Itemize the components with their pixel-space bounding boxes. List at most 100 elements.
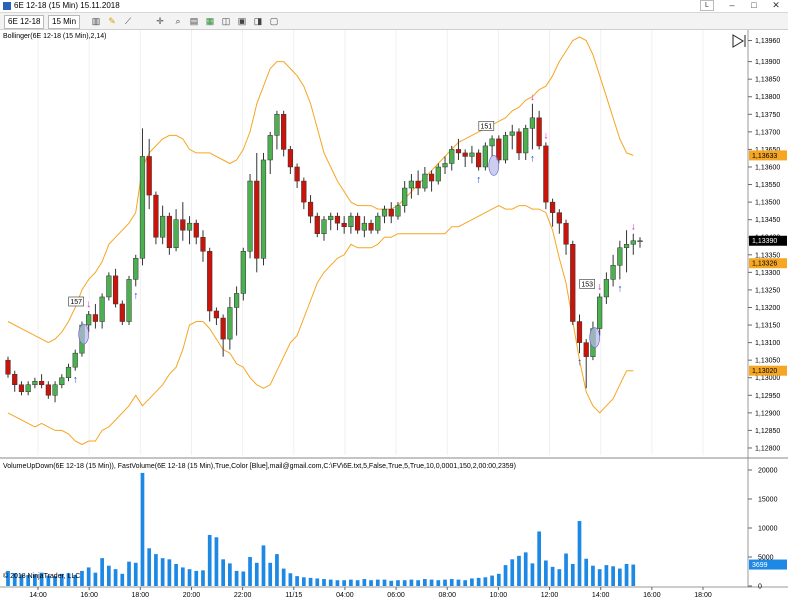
volume-bar bbox=[261, 545, 266, 586]
candle-body bbox=[496, 138, 502, 161]
candle-body bbox=[576, 321, 583, 343]
close-button[interactable]: ✕ bbox=[766, 0, 786, 11]
price-tick-label: 1,13900 bbox=[755, 59, 780, 66]
volume-bar bbox=[624, 563, 629, 586]
price-tick-label: 1,13550 bbox=[755, 182, 780, 189]
time-tick-label: 14:00 bbox=[29, 592, 47, 599]
candle-body bbox=[32, 380, 38, 386]
candle-body bbox=[395, 205, 401, 217]
volume-bar bbox=[584, 558, 589, 586]
candle-body bbox=[563, 222, 569, 245]
chart-svg[interactable]: 1,13960 1,13900 1,13850 1,13800 1,13750 1,137… bbox=[0, 30, 788, 600]
volume-bar bbox=[456, 579, 461, 586]
chart-toolbar: 6E 12-18 15 Min ▥ ✎ ⟋ ✛ ⌕ ▤ ▦ ◫ ▣ ◨ ▢ bbox=[0, 13, 788, 30]
volume-bar bbox=[201, 570, 205, 586]
volume-bar bbox=[550, 566, 555, 586]
maximize-button[interactable]: □ bbox=[744, 0, 764, 11]
price-tick-label: 1,13800 bbox=[755, 94, 780, 101]
candle-body bbox=[287, 149, 293, 168]
volume-bar bbox=[389, 580, 394, 586]
volume-bar bbox=[537, 531, 542, 586]
volume-bar bbox=[530, 563, 535, 586]
candle-body bbox=[126, 279, 132, 322]
candle-body bbox=[422, 173, 428, 189]
volume-bar bbox=[207, 534, 212, 586]
volume-bar bbox=[557, 569, 562, 586]
price-tick-label: 1,12800 bbox=[755, 445, 780, 452]
time-tick-label: 12:00 bbox=[541, 592, 559, 599]
bar-chart-icon[interactable]: ▥ bbox=[90, 15, 102, 27]
window-icon[interactable]: ▢ bbox=[268, 15, 280, 27]
candle-body bbox=[361, 222, 367, 231]
signal-marker-label: 153 bbox=[581, 281, 593, 288]
candle-body bbox=[482, 145, 488, 168]
candle-body bbox=[99, 296, 105, 322]
candle-body bbox=[301, 180, 307, 203]
volume-tick-label: 10000 bbox=[758, 526, 778, 533]
chart-trader-icon[interactable]: ▣ bbox=[236, 15, 248, 27]
instrument-selector[interactable]: 6E 12-18 bbox=[4, 15, 45, 29]
indicator-icon[interactable]: ◫ bbox=[220, 15, 232, 27]
volume-bar bbox=[409, 579, 414, 586]
upper-band-tag: 1,13633 bbox=[752, 153, 777, 160]
app-icon bbox=[3, 2, 11, 10]
volume-bar bbox=[604, 565, 609, 586]
volume-bar bbox=[180, 567, 185, 586]
volume-bar bbox=[241, 571, 246, 586]
price-tick-label: 1,13450 bbox=[755, 217, 780, 224]
up-arrow-icon: ↑ bbox=[577, 357, 582, 368]
candle-body bbox=[12, 373, 18, 386]
volume-bar bbox=[382, 579, 387, 586]
volume-bar bbox=[268, 562, 273, 586]
candle-body bbox=[321, 219, 327, 234]
minimize-button[interactable]: – bbox=[722, 0, 742, 11]
volume-bar bbox=[362, 579, 367, 586]
candle-body bbox=[610, 265, 616, 280]
volume-tick-label: 20000 bbox=[758, 468, 778, 475]
drawing-tools-icon[interactable]: ⟋ bbox=[122, 15, 134, 27]
strategy-icon[interactable]: ▦ bbox=[204, 15, 216, 27]
time-tick-label: 16:00 bbox=[80, 592, 98, 599]
zoom-icon[interactable]: ⌕ bbox=[172, 15, 184, 27]
time-tick-label: 14:00 bbox=[592, 592, 610, 599]
candle-body bbox=[334, 215, 341, 224]
candle-body bbox=[449, 149, 455, 164]
chart-area[interactable]: 1,13960 1,13900 1,13850 1,13800 1,13750 1,137… bbox=[0, 30, 788, 600]
volume-bar bbox=[167, 559, 172, 586]
volume-bar bbox=[597, 569, 602, 586]
volume-bar bbox=[483, 577, 488, 586]
candle-body bbox=[637, 240, 643, 242]
volume-bar bbox=[443, 579, 447, 586]
candle-body bbox=[415, 180, 421, 189]
candle-body bbox=[220, 317, 226, 340]
pencil-icon[interactable]: ✎ bbox=[106, 15, 118, 27]
candle-body bbox=[65, 366, 72, 378]
properties-icon[interactable]: ▤ bbox=[188, 15, 200, 27]
volume-bar bbox=[496, 573, 501, 586]
price-tick-label: 1,13250 bbox=[755, 287, 780, 294]
candle-body bbox=[489, 138, 495, 147]
signal-ellipse bbox=[78, 323, 89, 345]
volume-bar bbox=[577, 521, 582, 586]
up-arrow-icon: ↑ bbox=[530, 153, 535, 164]
interval-selector[interactable]: 15 Min bbox=[48, 15, 81, 29]
candle-body bbox=[402, 187, 408, 206]
candle-body bbox=[502, 135, 509, 161]
candle-body bbox=[556, 212, 562, 224]
lock-button[interactable]: L bbox=[700, 0, 714, 11]
candle-body bbox=[207, 251, 213, 312]
candle-body bbox=[428, 173, 435, 182]
lower-band-tag: 1,13020 bbox=[752, 368, 777, 375]
volume-bar bbox=[396, 580, 400, 586]
volume-tick-label: 0 bbox=[758, 584, 762, 591]
candle-body bbox=[469, 152, 475, 157]
candle-body bbox=[5, 359, 11, 375]
crosshair-icon[interactable]: ✛ bbox=[154, 15, 166, 27]
candle-body bbox=[462, 152, 468, 157]
candle-body bbox=[623, 244, 630, 249]
last-volume-tag: 3699 bbox=[752, 562, 768, 569]
candle-body bbox=[267, 135, 273, 161]
data-box-icon[interactable]: ◨ bbox=[252, 15, 264, 27]
price-tick-label: 1,13050 bbox=[755, 358, 780, 365]
volume-bar bbox=[308, 577, 313, 586]
